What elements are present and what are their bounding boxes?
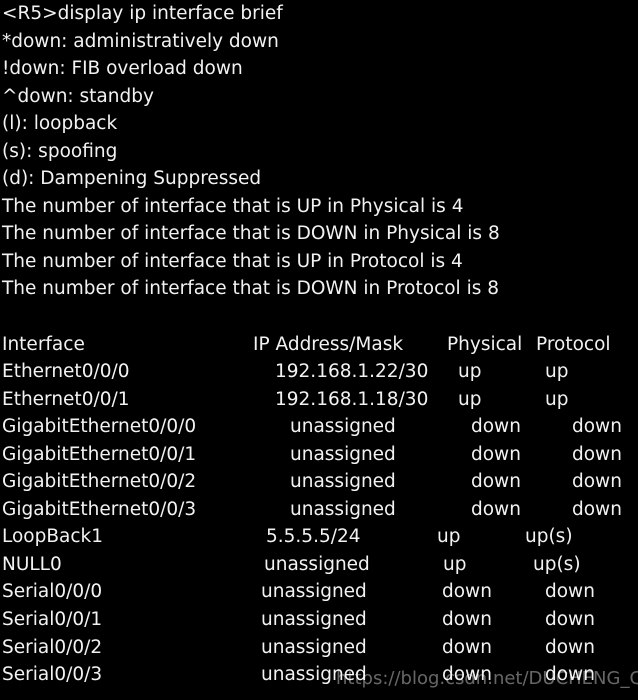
summary-line-up-physical: The number of interface that is UP in Ph… — [2, 195, 464, 217]
cell-ip-address: unassigned — [290, 471, 396, 493]
blank-separator-line — [0, 303, 638, 331]
cell-ip-address: unassigned — [290, 416, 396, 438]
cell-protocol-status: down — [572, 443, 622, 465]
cell-ip-address: 192.168.1.18/30 — [275, 388, 429, 410]
cell-interface: GigabitEthernet0/0/0 — [2, 416, 197, 438]
cell-protocol-status: down — [545, 609, 595, 631]
cell-ip-address: 192.168.1.22/30 — [275, 361, 429, 383]
cell-physical-status: down — [471, 498, 521, 520]
cell-physical-status: down — [442, 636, 492, 658]
cell-protocol-status: down — [545, 581, 595, 603]
command-prompt-line: <R5>display ip interface brief — [2, 3, 283, 24]
table-row: NULL0 unassigned up up(s) — [0, 551, 638, 579]
cell-protocol-status: down — [572, 471, 622, 493]
table-row: Ethernet0/0/1 192.168.1.18/30 up up — [0, 386, 638, 414]
table-row: Serial0/0/2 unassigned down down — [0, 634, 638, 662]
terminal-output[interactable]: <R5>display ip interface brief *down: ad… — [0, 0, 638, 700]
cell-physical-status: down — [442, 581, 492, 603]
legend-line-loopback: (l): loopback — [2, 113, 118, 135]
table-row: Ethernet0/0/0 192.168.1.22/30 up up — [0, 358, 638, 386]
cell-interface: Serial0/0/0 — [2, 581, 103, 603]
table-row: Serial0/0/3 unassigned down down — [0, 661, 638, 689]
summary-line-up-protocol: The number of interface that is UP in Pr… — [2, 250, 463, 272]
cell-ip-address: unassigned — [261, 609, 367, 631]
cell-interface: Ethernet0/0/1 — [2, 388, 130, 410]
cell-physical-status: down — [471, 471, 521, 493]
table-row: GigabitEthernet0/0/3 unassigned down dow… — [0, 496, 638, 524]
cell-physical-status: up — [458, 361, 482, 383]
cell-protocol-status: down — [545, 636, 595, 658]
cell-ip-address: unassigned — [261, 636, 367, 658]
table-row: LoopBack1 5.5.5.5/24 up up(s) — [0, 523, 638, 551]
cell-interface: Serial0/0/1 — [2, 609, 103, 631]
cell-physical-status: down — [442, 609, 492, 631]
cell-interface: LoopBack1 — [2, 526, 104, 548]
cell-protocol-status: up — [545, 361, 569, 383]
cell-protocol-status: up(s) — [525, 526, 573, 548]
cell-interface: NULL0 — [2, 553, 62, 575]
table-header-row: Interface IP Address/Mask Physical Proto… — [0, 331, 638, 359]
summary-line-down-protocol: The number of interface that is DOWN in … — [2, 278, 500, 300]
table-row: Serial0/0/0 unassigned down down — [0, 578, 638, 606]
legend-line-fib-overload: !down: FIB overload down — [2, 58, 243, 80]
column-header-ip-address-mask: IP Address/Mask — [253, 333, 404, 355]
cell-ip-address: unassigned — [290, 498, 396, 520]
column-header-physical: Physical — [447, 333, 523, 355]
cell-physical-status: up — [437, 526, 461, 548]
cell-interface: GigabitEthernet0/0/2 — [2, 471, 197, 493]
cell-ip-address: 5.5.5.5/24 — [266, 526, 361, 548]
cell-ip-address: unassigned — [290, 443, 396, 465]
cell-interface: Serial0/0/3 — [2, 664, 103, 686]
cell-interface: GigabitEthernet0/0/1 — [2, 443, 197, 465]
legend-line-dampening: (d): Dampening Suppressed — [2, 168, 262, 190]
cell-protocol-status: up — [545, 388, 569, 410]
cell-protocol-status: up(s) — [533, 553, 581, 575]
cell-interface: Serial0/0/2 — [2, 636, 103, 658]
legend-line-standby: ^down: standby — [2, 85, 154, 107]
table-row: GigabitEthernet0/0/2 unassigned down dow… — [0, 468, 638, 496]
table-row: GigabitEthernet0/0/1 unassigned down dow… — [0, 441, 638, 469]
summary-line-down-physical: The number of interface that is DOWN in … — [2, 223, 500, 245]
cell-interface: Ethernet0/0/0 — [2, 361, 130, 383]
column-header-protocol: Protocol — [536, 333, 611, 355]
cell-ip-address: unassigned — [264, 553, 370, 575]
cell-protocol-status: down — [572, 498, 622, 520]
cell-physical-status: up — [458, 388, 482, 410]
cell-interface: GigabitEthernet0/0/3 — [2, 498, 197, 520]
column-header-interface: Interface — [2, 333, 85, 355]
table-row: GigabitEthernet0/0/0 unassigned down dow… — [0, 413, 638, 441]
cell-ip-address: unassigned — [261, 581, 367, 603]
table-row: Serial0/0/1 unassigned down down — [0, 606, 638, 634]
legend-line-spoofing: (s): spoofing — [2, 140, 118, 162]
legend-line-admin-down: *down: administratively down — [2, 30, 279, 52]
cell-physical-status: down — [442, 664, 492, 686]
cell-protocol-status: down — [572, 416, 622, 438]
cell-physical-status: up — [443, 553, 467, 575]
cell-physical-status: down — [471, 443, 521, 465]
cell-protocol-status: down — [545, 664, 595, 686]
cell-ip-address: unassigned — [261, 664, 367, 686]
cell-physical-status: down — [471, 416, 521, 438]
